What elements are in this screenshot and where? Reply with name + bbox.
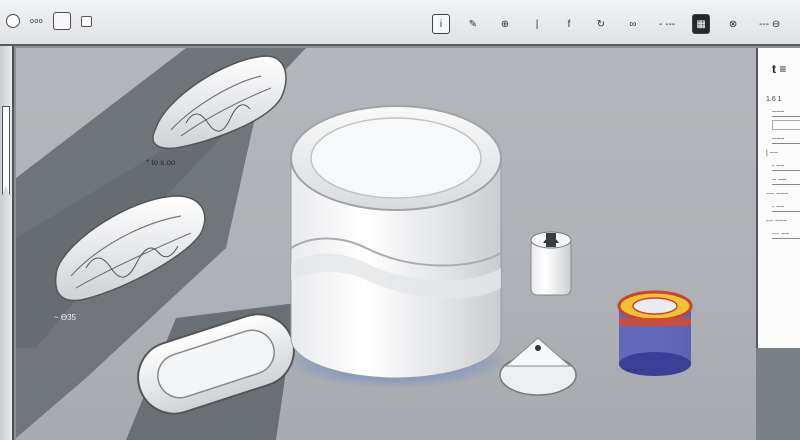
panel-lower-area	[756, 348, 800, 440]
property-label-1: | ~~	[766, 150, 778, 157]
properties-panel: t ≡ 1.6 1 ~~~ ~~~ | ~~ - ~~ ~ ~~ ~~ ~~~ …	[756, 48, 800, 348]
property-input-1[interactable]	[772, 120, 800, 130]
part-main-cylinder[interactable]	[286, 105, 506, 388]
globe-tool-icon[interactable]: ⊕	[496, 14, 514, 34]
properties-header: t ≡	[772, 62, 787, 76]
property-label-3: --- ~~~	[766, 218, 788, 225]
toolbar-left-group: ooo	[6, 12, 93, 30]
top-toolbar: ooo i ✎ ⊕ | f ↻ ∞ - --- ▦ ⊗ --- ⊖	[0, 0, 800, 46]
annotation-top: * to s.oo	[146, 158, 176, 167]
property-field-4[interactable]: ~ ~~	[772, 177, 800, 185]
dash-tool-icon[interactable]: - ---	[656, 14, 678, 34]
rotate-tool-icon[interactable]: ↻	[592, 14, 610, 34]
viewport-canvas[interactable]: * to s.oo ~ Ɵ35 ~ ~ ~	[16, 48, 756, 440]
snap-tool-icon[interactable]: ⊗	[724, 14, 742, 34]
property-field-6[interactable]: --- ~~	[772, 231, 800, 239]
scene-illustration	[16, 48, 693, 440]
part-colored-ring[interactable]	[617, 290, 693, 376]
part-small-post[interactable]	[530, 231, 572, 296]
pen-tool-icon[interactable]: ✎	[464, 14, 482, 34]
toolbar-button-small[interactable]	[81, 15, 93, 27]
app-menu-icon[interactable]	[6, 14, 20, 28]
properties-value: 1.6 1	[766, 96, 782, 103]
fx-tool-icon[interactable]: f	[560, 14, 578, 34]
infinity-tool-icon[interactable]: ∞	[624, 14, 642, 34]
more-tool-icon[interactable]: --- ⊖	[756, 14, 783, 34]
toolbar-label: ooo	[30, 17, 44, 25]
select-tool-icon[interactable]: i	[432, 14, 450, 34]
split-tool-icon[interactable]: |	[528, 14, 546, 34]
bookmark-icon[interactable]	[2, 106, 10, 196]
property-field-5[interactable]: - ~~	[772, 204, 800, 212]
toolbar-button-file[interactable]	[53, 12, 72, 30]
property-label-2: ~~ ~~~	[766, 191, 789, 198]
property-field-3[interactable]: - ~~	[772, 163, 800, 171]
left-tool-strip	[0, 46, 14, 440]
part-cone[interactable]	[499, 337, 577, 396]
grid-tool-icon[interactable]: ▦	[692, 14, 711, 34]
annotation-bottom: ~ Ɵ35	[54, 313, 77, 322]
property-field-1[interactable]: ~~~	[772, 109, 800, 117]
toolbar-tools: i ✎ ⊕ | f ↻ ∞ - --- ▦ ⊗ --- ⊖	[432, 14, 783, 34]
annotation-connector: ~ ~ ~	[626, 366, 645, 375]
property-field-2[interactable]: ~~~	[772, 136, 800, 144]
